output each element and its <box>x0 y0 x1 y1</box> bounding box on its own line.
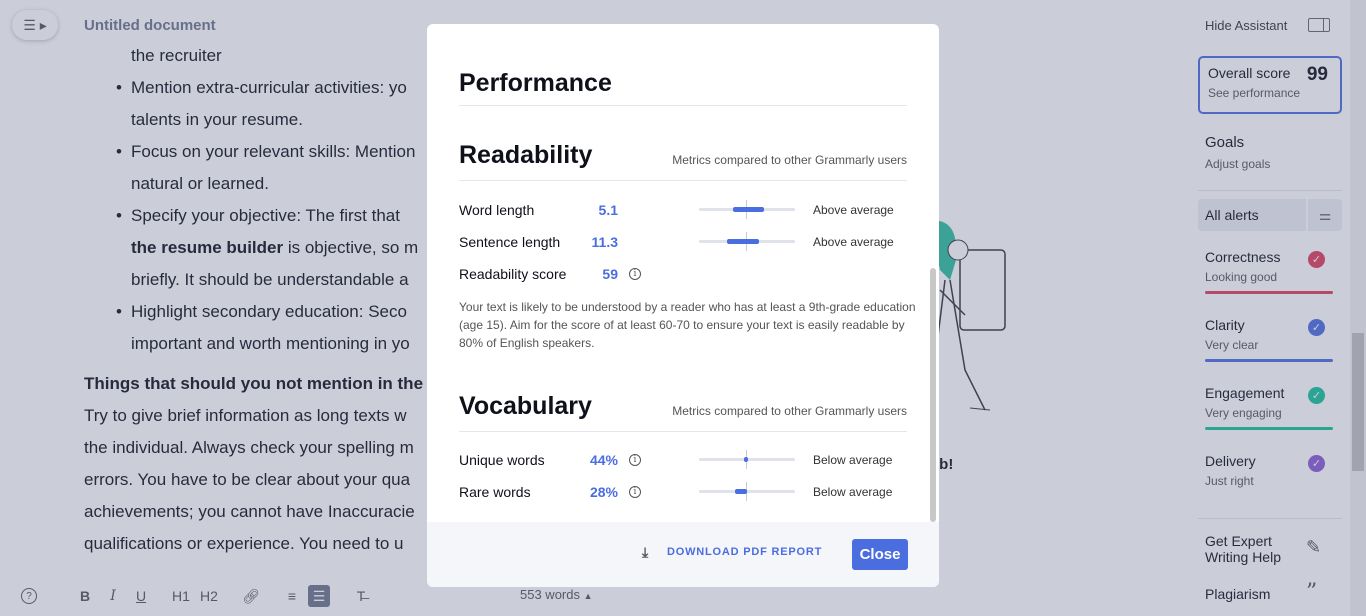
sentence-length-label: Sentence length <box>459 234 561 250</box>
unique-words-gauge <box>699 450 795 469</box>
unique-words-value: 44% <box>589 452 618 468</box>
rare-words-value: 28% <box>589 484 618 500</box>
sentence-length-value: 11.3 <box>591 234 618 250</box>
download-icon: ⤓ <box>642 544 649 560</box>
unique-words-label: Unique words <box>459 452 545 468</box>
divider <box>459 105 907 106</box>
divider <box>459 431 907 432</box>
word-length-rank: Above average <box>813 203 894 217</box>
word-length-gauge <box>699 200 795 219</box>
performance-modal: Performance Readability Metrics compared… <box>427 24 939 587</box>
close-button[interactable]: Close <box>852 539 908 570</box>
rare-words-gauge <box>699 482 795 501</box>
rare-words-rank: Below average <box>813 485 893 499</box>
vocabulary-title: Vocabulary <box>459 392 592 420</box>
readability-score-value: 59 <box>602 266 618 282</box>
modal-body: Performance Readability Metrics compared… <box>427 24 939 522</box>
modal-footer: ⤓ DOWNLOAD PDF REPORT Close <box>427 522 939 587</box>
readability-explanation: Your text is likely to be understood by … <box>459 300 916 350</box>
unique-words-rank: Below average <box>813 453 893 467</box>
vocabulary-note: Metrics compared to other Grammarly user… <box>672 404 907 418</box>
performance-title: Performance <box>459 69 612 97</box>
info-icon[interactable]: i <box>629 486 641 498</box>
modal-scrollbar[interactable] <box>930 268 936 522</box>
download-pdf-button[interactable]: ⤓ DOWNLOAD PDF REPORT <box>642 544 822 560</box>
rare-words-label: Rare words <box>459 484 531 500</box>
word-length-value: 5.1 <box>598 202 618 218</box>
info-icon[interactable]: i <box>629 268 641 280</box>
readability-score-label: Readability score <box>459 266 567 282</box>
word-length-label: Word length <box>459 202 535 218</box>
sentence-length-rank: Above average <box>813 235 894 249</box>
divider <box>459 180 907 181</box>
sentence-length-gauge <box>699 232 795 251</box>
readability-note: Metrics compared to other Grammarly user… <box>672 153 907 167</box>
readability-title: Readability <box>459 141 593 169</box>
info-icon[interactable]: i <box>629 454 641 466</box>
